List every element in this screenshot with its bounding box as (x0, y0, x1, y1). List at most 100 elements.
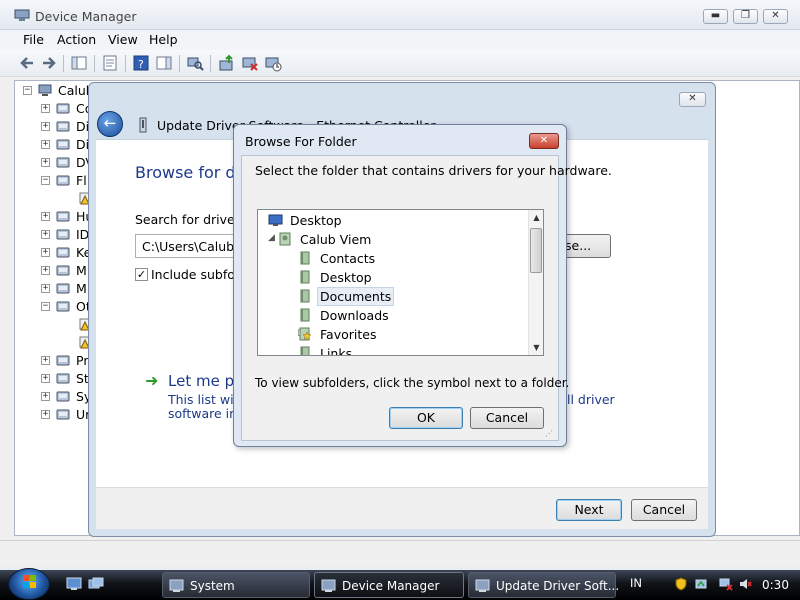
taskbar-button-label: Update Driver Soft... (496, 579, 620, 593)
switch-windows-icon[interactable] (88, 577, 104, 591)
folder-item[interactable]: ▷Favorites (258, 325, 526, 344)
collapse-expander[interactable]: − (23, 86, 32, 95)
taskbar-button-label: Device Manager (342, 579, 440, 593)
disable-device-icon[interactable] (264, 54, 282, 72)
toolbar-separator (125, 55, 126, 72)
security-shield-icon[interactable] (674, 577, 688, 591)
volume-muted-icon[interactable] (738, 577, 752, 591)
close-button[interactable]: ✕ (679, 92, 706, 107)
scroll-thumb[interactable] (530, 228, 542, 273)
tree-expander[interactable]: + (41, 374, 50, 383)
update-driver-icon[interactable] (218, 54, 236, 72)
tree-expander[interactable]: + (41, 122, 50, 131)
back-button[interactable]: ← (97, 111, 123, 137)
system-icon (169, 579, 184, 592)
tree-root[interactable]: − Calub (20, 83, 94, 99)
toolbar (0, 50, 800, 77)
tree-expander[interactable]: + (41, 266, 50, 275)
close-button[interactable]: ✕ (763, 9, 788, 24)
tree-expander[interactable]: + (41, 356, 50, 365)
folder-item-label: Desktop (290, 213, 342, 228)
folder-item[interactable]: Desktop (258, 268, 526, 287)
tree-expander[interactable]: + (41, 410, 50, 419)
folder-item[interactable]: Desktop (258, 211, 526, 230)
maximize-button[interactable]: ❐ (733, 9, 758, 24)
keyboard-icon (56, 247, 70, 258)
title-bar[interactable]: Device Manager ▬ ❐ ✕ (0, 0, 800, 30)
help-icon[interactable]: ? (132, 54, 150, 72)
window-title: Device Manager (35, 9, 137, 24)
tree-expander[interactable]: + (41, 230, 50, 239)
hint-text: To view subfolders, click the symbol nex… (255, 376, 570, 390)
status-bar (0, 540, 800, 567)
menu-action[interactable]: Action (57, 32, 96, 47)
device-manager-icon (14, 9, 30, 21)
expanded-toggle-icon[interactable]: ◢ (268, 233, 275, 243)
tree-item-label: Pr (76, 353, 89, 368)
include-subfolders-checkbox[interactable]: ✓ (135, 268, 148, 281)
floppy-controller-icon (56, 175, 70, 186)
desktop-folder-icon (300, 270, 310, 284)
taskbar-button[interactable]: System (162, 572, 310, 598)
tree-expander[interactable]: + (41, 392, 50, 401)
page-heading: Browse for dri (135, 163, 247, 182)
ok-button[interactable]: OK (389, 407, 463, 429)
properties-icon[interactable] (101, 54, 119, 72)
uninstall-icon[interactable] (241, 54, 259, 72)
cancel-button[interactable]: Cancel (470, 407, 544, 429)
green-arrow-icon: ➜ (145, 371, 159, 390)
menu-view[interactable]: View (108, 32, 138, 47)
back-arrow-icon[interactable] (18, 54, 36, 72)
tree-expander[interactable]: − (41, 176, 50, 185)
menu-help[interactable]: Help (149, 32, 178, 47)
instruction-text: Select the folder that contains drivers … (255, 163, 612, 178)
clock[interactable]: 0:30 (762, 578, 789, 592)
next-button[interactable]: Next (556, 499, 622, 521)
tree-expander[interactable]: + (41, 212, 50, 221)
contacts-folder-icon (300, 251, 310, 265)
tree-expander[interactable]: + (41, 248, 50, 257)
network-disconnected-icon[interactable] (719, 577, 733, 591)
links-folder-icon (300, 346, 310, 355)
show-desktop-icon[interactable] (66, 577, 82, 591)
tree-expander[interactable]: + (41, 284, 50, 293)
action-pane-icon[interactable] (155, 54, 173, 72)
safely-remove-hardware-icon[interactable] (694, 577, 708, 591)
taskbar-button[interactable]: Device Manager (314, 572, 464, 598)
folder-item[interactable]: Contacts (258, 249, 526, 268)
folder-item[interactable]: Links (258, 344, 526, 355)
browse-for-folder-dialog: Browse For Folder ✕ Select the folder th… (233, 124, 612, 447)
mouse-icon (56, 265, 70, 276)
folder-item[interactable]: Documents (258, 287, 526, 306)
favorites-folder-icon (299, 327, 312, 341)
folder-item[interactable]: Downloads (258, 306, 526, 325)
display-adapter-icon (56, 139, 70, 150)
tree-item-label: M (76, 263, 87, 278)
scroll-up-arrow-icon[interactable]: ▲ (529, 210, 543, 225)
tree-expander[interactable]: + (41, 158, 50, 167)
language-indicator[interactable]: IN (630, 576, 642, 590)
menu-file[interactable]: File (23, 32, 44, 47)
disk-drive-icon (56, 121, 70, 132)
processor-icon (56, 355, 70, 366)
show-hide-tree-icon[interactable] (70, 54, 88, 72)
forward-arrow-icon[interactable] (40, 54, 58, 72)
toolbar-separator (94, 55, 95, 72)
tree-expander[interactable]: + (41, 140, 50, 149)
tree-item-label: Fl (76, 173, 87, 188)
minimize-button[interactable]: ▬ (703, 9, 728, 24)
tree-expander[interactable]: + (41, 104, 50, 113)
option-description-tail: ll driver (567, 392, 615, 407)
tree-expander[interactable]: − (41, 302, 50, 311)
folder-tree[interactable]: Desktop ◢ Calub Viem Contacts Desktop Documen… (257, 209, 544, 356)
cancel-button[interactable]: Cancel (631, 499, 697, 521)
scan-hardware-icon[interactable] (186, 54, 204, 72)
desktop-icon (268, 214, 283, 226)
vertical-scrollbar[interactable]: ▲ ▼ (528, 210, 543, 355)
taskbar-button[interactable]: Update Driver Soft... (468, 572, 620, 598)
start-button[interactable] (8, 568, 50, 600)
scroll-down-arrow-icon[interactable]: ▼ (529, 340, 543, 355)
resize-grip-icon[interactable]: ⋰ (545, 429, 555, 439)
close-button[interactable]: ✕ (529, 133, 559, 149)
folder-item[interactable]: ◢ Calub Viem (258, 230, 526, 249)
